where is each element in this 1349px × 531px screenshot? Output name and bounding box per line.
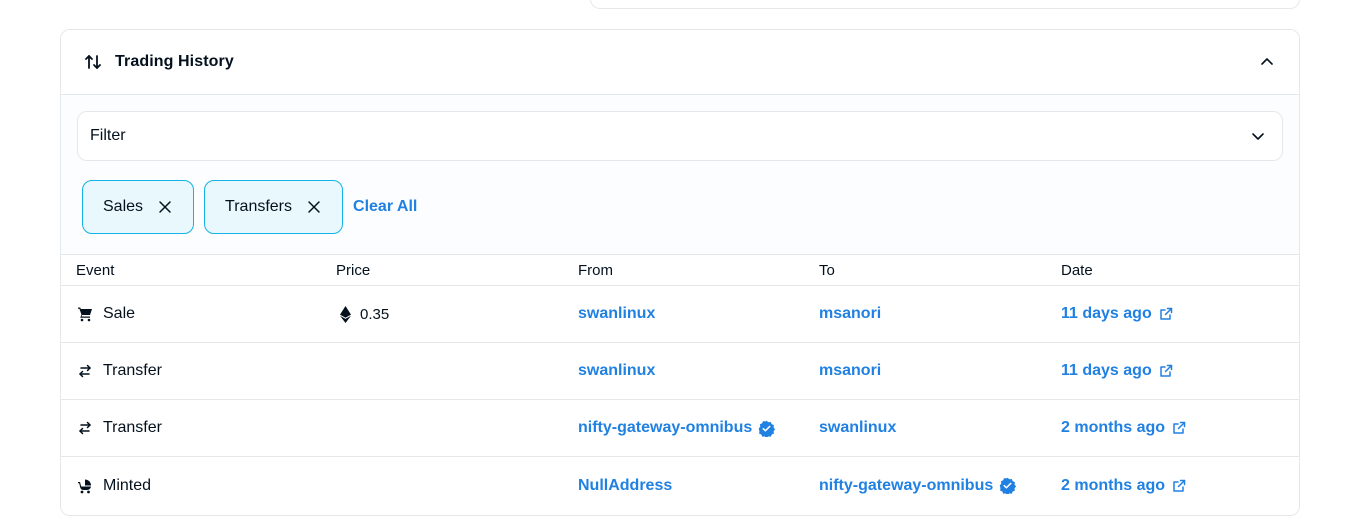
external-link-icon[interactable] [1158,363,1174,379]
table-row: Transfer swanlinux msanori 11 days ago [61,343,1299,400]
external-link-icon[interactable] [1158,306,1174,322]
header-to[interactable]: To [819,262,835,279]
price-value: 0.35 [360,305,390,323]
to-cell: nifty-gateway-omnibus [819,477,1016,495]
event-cell: Minted [76,477,151,495]
header-event[interactable]: Event [76,262,114,279]
to-cell: msanori [819,305,881,323]
verified-badge-icon [998,477,1016,495]
previous-card-bottom [590,0,1300,9]
table-header: Event Price From To Date [61,255,1299,286]
event-label: Sale [103,305,136,322]
date-link[interactable]: 2 months ago [1061,477,1165,495]
header-date[interactable]: Date [1061,262,1093,279]
panel-header[interactable]: Trading History [61,30,1299,95]
chevron-down-icon [1246,124,1270,148]
from-cell: nifty-gateway-omnibus [578,419,775,437]
header-price[interactable]: Price [336,262,370,279]
ethereum-icon [338,305,352,323]
panel-title: Trading History [115,53,234,70]
to-cell: msanori [819,362,881,380]
from-account-link[interactable]: NullAddress [578,477,672,495]
from-account-link[interactable]: swanlinux [578,362,655,380]
filter-label: Filter [90,127,126,144]
date-link[interactable]: 2 months ago [1061,419,1165,437]
close-icon[interactable] [306,199,322,215]
stroller-icon [76,477,94,495]
date-cell: 2 months ago [1061,477,1187,495]
date-cell: 11 days ago [1061,305,1174,323]
from-cell: swanlinux [578,362,655,380]
table-row: Sale 0.35 swanlinux msanori 11 days ago [61,286,1299,343]
event-cell: Transfer [76,419,162,437]
history-table: Event Price From To Date Sale 0.35 swanl… [61,255,1299,514]
filter-dropdown[interactable]: Filter [77,111,1283,161]
cart-icon [76,305,94,323]
event-cell: Transfer [76,362,162,380]
date-link[interactable]: 11 days ago [1061,362,1152,380]
chevron-up-icon[interactable] [1255,50,1279,74]
event-label: Transfer [103,362,162,379]
event-label: Transfer [103,419,162,436]
to-account-link[interactable]: msanori [819,362,881,380]
clear-all-button[interactable]: Clear All [353,198,417,216]
to-account-link[interactable]: swanlinux [819,419,896,437]
swap-vertical-icon [81,50,105,74]
to-account-link[interactable]: msanori [819,305,881,323]
from-account-link[interactable]: nifty-gateway-omnibus [578,419,752,437]
filter-area: Filter Sales Transfers Clear All [61,95,1299,255]
from-account-link[interactable]: swanlinux [578,305,655,323]
filter-chip-sales[interactable]: Sales [82,180,195,234]
table-row: Transfer nifty-gateway-omnibus swanlinux [61,400,1299,457]
to-account-link[interactable]: nifty-gateway-omnibus [819,477,993,495]
date-cell: 11 days ago [1061,362,1174,380]
table-row: Minted NullAddress nifty-gateway-omnibus [61,457,1299,514]
chip-label: Transfers [225,198,293,215]
price-cell: 0.35 [336,305,389,323]
from-cell: swanlinux [578,305,655,323]
external-link-icon[interactable] [1171,478,1187,494]
header-from[interactable]: From [578,262,613,279]
trading-history-panel: Trading History Filter Sales Transfers C… [60,29,1300,516]
transfer-icon [76,419,94,437]
active-filter-chips: Sales Transfers Clear All [82,180,417,234]
chip-label: Sales [103,198,144,215]
close-icon[interactable] [157,199,173,215]
date-cell: 2 months ago [1061,419,1187,437]
transfer-icon [76,362,94,380]
to-cell: swanlinux [819,419,896,437]
event-cell: Sale [76,305,135,323]
from-cell: NullAddress [578,477,672,495]
date-link[interactable]: 11 days ago [1061,305,1152,323]
event-label: Minted [103,476,152,494]
external-link-icon[interactable] [1171,420,1187,436]
filter-chip-transfers[interactable]: Transfers [204,180,344,234]
verified-badge-icon [757,419,775,437]
